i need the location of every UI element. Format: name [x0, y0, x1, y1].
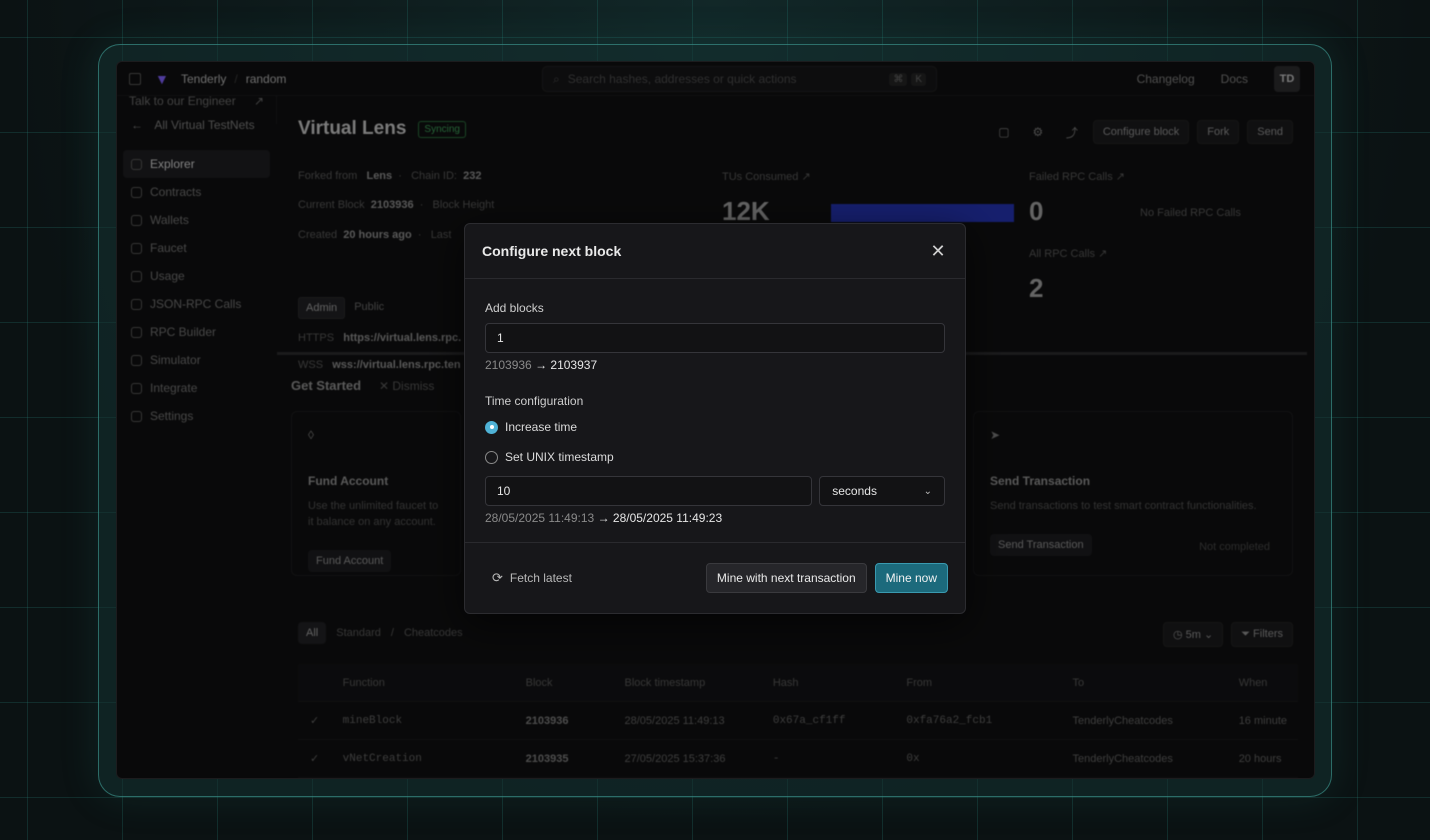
radio-unix-timestamp-label: Set UNIX timestamp [505, 450, 614, 464]
mine-now-button[interactable]: Mine now [874, 563, 948, 593]
table-row[interactable]: - 2103934 - 0x4bc_f1f93 0xab8f_1218 0x25… [298, 778, 1298, 779]
footer-actions: Mine with next transaction Mine now [705, 563, 948, 593]
configure-block-modal: Configure next block ✕ Add blocks 210393… [464, 223, 966, 614]
modal-body: Add blocks 2103936 → 2103937 Time config… [465, 279, 965, 525]
time-input-row: seconds ⌄ [485, 476, 945, 506]
chevron-down-icon: ⌄ [923, 485, 932, 497]
modal-header: Configure next block ✕ [465, 224, 965, 279]
add-blocks-input[interactable] [485, 323, 945, 353]
fetch-latest-button[interactable]: ⟳ Fetch latest [492, 570, 572, 586]
radio-increase-time-label: Increase time [505, 420, 578, 434]
time-to: 28/05/2025 11:49:23 [612, 511, 723, 525]
time-amount-input[interactable] [485, 476, 813, 506]
modal-title: Configure next block [482, 243, 622, 259]
time-unit-select[interactable]: seconds ⌄ [819, 476, 945, 506]
radio-checked-icon[interactable] [485, 420, 498, 434]
modal-footer: ⟳ Fetch latest Mine with next transactio… [465, 542, 965, 613]
mine-next-transaction-button[interactable]: Mine with next transaction [705, 563, 867, 593]
radio-increase-time[interactable]: Increase time [485, 412, 945, 442]
time-config-label: Time configuration [485, 394, 584, 408]
radio-unix-timestamp[interactable]: Set UNIX timestamp [485, 442, 945, 472]
radio-unchecked-icon[interactable] [485, 450, 498, 464]
block-from: 2103936 [485, 358, 532, 372]
block-to: 2103937 [550, 358, 598, 372]
arrow-right-icon: → [535, 358, 548, 372]
fetch-latest-label: Fetch latest [509, 571, 572, 585]
block-range-hint: 2103936 → 2103937 [485, 358, 945, 372]
arrow-right-icon: → [597, 511, 610, 525]
add-blocks-label: Add blocks [485, 301, 544, 315]
time-from: 28/05/2025 11:49:13 [485, 511, 595, 525]
time-unit-value: seconds [832, 484, 877, 498]
close-icon[interactable]: ✕ [928, 241, 948, 261]
refresh-icon: ⟳ [492, 570, 503, 585]
time-range-hint: 28/05/2025 11:49:13 → 28/05/2025 11:49:2… [485, 511, 945, 525]
